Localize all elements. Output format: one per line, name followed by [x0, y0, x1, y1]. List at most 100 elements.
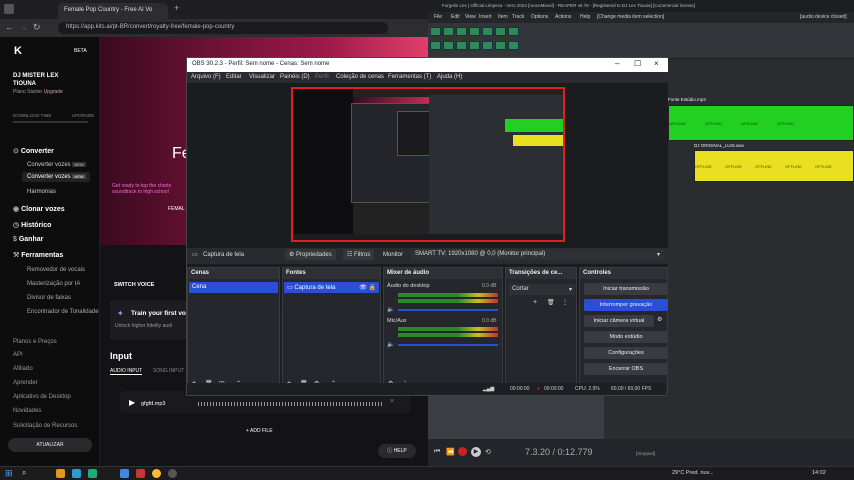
- footer-feature-request[interactable]: Solicitação de Recursos: [13, 423, 77, 429]
- scene-item[interactable]: Cena: [189, 282, 278, 293]
- nav-mastering[interactable]: Masterização por IA: [27, 281, 80, 287]
- play-icon[interactable]: ▶: [129, 398, 135, 407]
- toolbar-button[interactable]: [430, 41, 441, 50]
- toolbar-button[interactable]: [495, 41, 506, 50]
- start-streaming-button[interactable]: Iniciar transmissão: [584, 283, 668, 295]
- toolbar-button[interactable]: [430, 27, 441, 36]
- toolbar-button[interactable]: [508, 27, 519, 36]
- help-button[interactable]: ⓘ HELP: [378, 444, 416, 458]
- preview-capture[interactable]: [291, 87, 565, 242]
- toolbar-button[interactable]: [495, 27, 506, 36]
- mic-icon[interactable]: 🔈: [387, 341, 394, 348]
- nav-convert-voices-active[interactable]: Converter vozes NEW: [27, 174, 86, 180]
- footer-desktop-app[interactable]: Aplicativo de Desktop: [13, 394, 71, 400]
- search-icon[interactable]: ⌕: [22, 468, 26, 478]
- obs-menu-scene-collection[interactable]: Coleção de cenas: [336, 74, 384, 80]
- filters-button[interactable]: ☷ Filtros: [343, 249, 375, 260]
- nav-harmonies[interactable]: Harmonias: [27, 189, 56, 195]
- obs-menu-docks[interactable]: Painéis (D): [280, 74, 310, 80]
- toolbar-button[interactable]: [482, 27, 493, 36]
- upgrade-small[interactable]: UPGRADE: [72, 113, 94, 118]
- tab-song-input[interactable]: SONG INPUT: [153, 368, 184, 374]
- maximize-icon[interactable]: ☐: [634, 59, 641, 68]
- obs-menu-help[interactable]: Ajuda (H): [437, 74, 462, 80]
- audio-clip-2[interactable]: OFFLINE OFFLINE OFFLINE OFFLINE OFFLINE: [694, 150, 854, 182]
- audio-clip-1[interactable]: OFFLINE OFFLINE OFFLINE OFFLINE: [668, 105, 854, 141]
- obs-menu-view[interactable]: Visualizar: [249, 74, 275, 80]
- footer-pricing[interactable]: Planos e Preços: [13, 339, 57, 345]
- properties-button[interactable]: ⚙ Propriedades: [285, 249, 336, 260]
- start-virtual-camera-button[interactable]: Iniciar câmera virtual: [584, 315, 654, 327]
- nav-vocal-remover[interactable]: Removedor de vocais: [27, 267, 85, 273]
- daw-menu-track[interactable]: Track: [512, 14, 524, 20]
- footer-news[interactable]: Novidades: [13, 408, 41, 414]
- update-button[interactable]: ATUALIZAR: [8, 438, 92, 452]
- minimize-icon[interactable]: –: [615, 59, 619, 68]
- speaker-icon[interactable]: 🔈: [387, 306, 394, 313]
- reload-icon[interactable]: ↻: [33, 22, 41, 33]
- transport-repeat-icon[interactable]: ⟲: [485, 448, 491, 456]
- toolbar-button[interactable]: [456, 27, 467, 36]
- daw-menu-actions[interactable]: Actions: [555, 14, 571, 20]
- nav-convert-voices[interactable]: Converter vozes NEW: [27, 162, 86, 168]
- obs-menu-edit[interactable]: Editar: [226, 74, 242, 80]
- transport-rewind-icon[interactable]: ⏮: [434, 448, 440, 456]
- switch-voice-button[interactable]: SWITCH VOICE: [114, 282, 154, 288]
- remove-file-icon[interactable]: ×: [390, 398, 394, 405]
- nav-tools[interactable]: ⚒ Ferramentas: [13, 251, 63, 259]
- obs-menu-profile[interactable]: Perfil: [315, 74, 329, 80]
- toolbar-button[interactable]: [456, 41, 467, 50]
- daw-menu-insert[interactable]: Insert: [479, 14, 492, 20]
- monitor-select[interactable]: SMART TV: 1920x1080 @ 0,0 (Monitor princ…: [411, 249, 664, 260]
- user-name[interactable]: DJ MISTER LEX TIOUNA: [13, 72, 78, 88]
- tab-active[interactable]: Female Pop Country - Free AI Vo: [58, 3, 168, 19]
- toolbar-button[interactable]: [508, 41, 519, 50]
- tab-menu-icon[interactable]: [4, 4, 14, 14]
- toolbar-button[interactable]: [469, 27, 480, 36]
- transport-record-icon[interactable]: [458, 447, 467, 456]
- obs-taskbar-icon[interactable]: [168, 469, 177, 478]
- nav-clone-voices[interactable]: ◉ Clonar vozes: [13, 205, 65, 213]
- close-icon[interactable]: ×: [654, 59, 659, 68]
- windows-start-icon[interactable]: ⊞: [5, 468, 13, 479]
- tab-audio-input[interactable]: AUDIO INPUT: [110, 368, 143, 375]
- footer-affiliate[interactable]: Afiliado: [13, 366, 33, 372]
- weather-widget[interactable]: 29°C Pred. nuv...: [672, 470, 714, 476]
- nav-converter[interactable]: ⊙ Converter: [13, 147, 54, 155]
- daw-menu-options[interactable]: Options: [531, 14, 548, 20]
- obs-menu-tools[interactable]: Ferramentas (T): [388, 74, 431, 80]
- footer-api[interactable]: API: [13, 352, 23, 358]
- virtual-camera-settings-icon[interactable]: ⚙: [657, 316, 662, 323]
- toolbar-button[interactable]: [469, 41, 480, 50]
- volume-slider[interactable]: [398, 309, 498, 311]
- nav-key-finder[interactable]: Encontrador de Tonalidade: [27, 309, 99, 315]
- toolbar-button[interactable]: [443, 27, 454, 36]
- file-explorer-icon[interactable]: [56, 469, 65, 478]
- remove-transition-icon[interactable]: 🗑: [547, 299, 555, 306]
- store-icon[interactable]: [88, 469, 97, 478]
- edge-icon[interactable]: [72, 469, 81, 478]
- forward-icon[interactable]: →: [19, 22, 28, 32]
- nav-stem-splitter[interactable]: Divisor de faixas: [27, 295, 71, 301]
- stop-recording-button[interactable]: Interromper gravação: [584, 299, 668, 311]
- daw-menu-help[interactable]: Help: [580, 14, 590, 20]
- add-file-button[interactable]: + ADD FILE: [246, 428, 273, 434]
- toolbar-button[interactable]: [443, 41, 454, 50]
- settings-button[interactable]: Configurações: [584, 347, 668, 359]
- footer-learn[interactable]: Aprender: [13, 380, 38, 386]
- transition-select[interactable]: Cortar ▾: [509, 284, 575, 295]
- daw-menu-view[interactable]: View: [465, 14, 476, 20]
- app-icon[interactable]: [136, 469, 145, 478]
- transport-play-icon[interactable]: ▶: [471, 447, 481, 457]
- url-input[interactable]: https://app.kits.ai/pt-BR/convert/royalt…: [58, 22, 388, 34]
- system-clock[interactable]: 14:02: [812, 470, 826, 476]
- new-tab-icon[interactable]: +: [174, 3, 179, 13]
- back-icon[interactable]: ←: [5, 22, 14, 32]
- add-transition-icon[interactable]: +: [533, 299, 537, 306]
- daw-menu-file[interactable]: File: [434, 14, 442, 20]
- app-icon[interactable]: [120, 469, 129, 478]
- upgrade-link[interactable]: Upgrade: [44, 89, 63, 95]
- waveform[interactable]: [198, 402, 383, 406]
- nav-earn[interactable]: $ Ganhar: [13, 236, 43, 243]
- studio-mode-button[interactable]: Modo estúdio: [584, 331, 668, 343]
